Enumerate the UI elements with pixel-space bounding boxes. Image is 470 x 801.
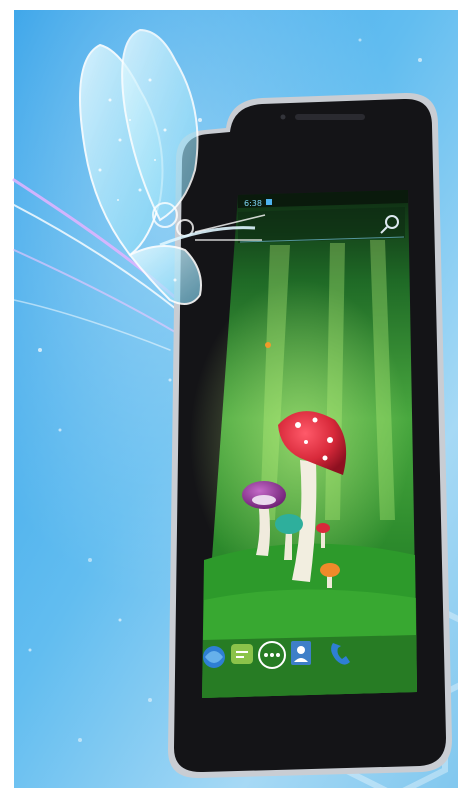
- phone-advertisement: 6:38: [0, 0, 470, 801]
- ad-illustration: 6:38: [0, 0, 470, 801]
- smartphone: 6:38: [168, 92, 452, 779]
- browser-icon[interactable]: [203, 646, 225, 668]
- ember: [265, 342, 271, 348]
- signal-icon: [266, 199, 272, 205]
- status-time: 6:38: [244, 199, 262, 208]
- contacts-icon[interactable]: [291, 641, 311, 665]
- earpiece: [295, 114, 365, 120]
- messaging-icon[interactable]: [231, 644, 253, 664]
- search-bar[interactable]: [238, 207, 405, 243]
- dock: [202, 635, 417, 698]
